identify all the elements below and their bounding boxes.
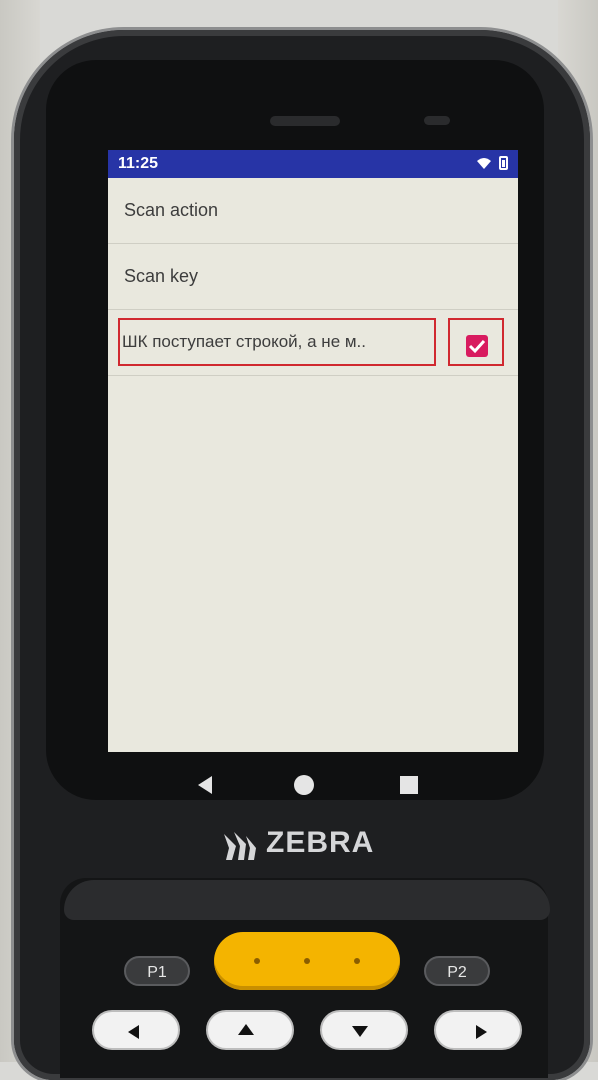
check-icon <box>468 339 486 354</box>
down-volume-key[interactable] <box>320 1010 408 1050</box>
earpiece-speaker <box>270 116 340 126</box>
p1-key[interactable]: P1 <box>124 956 190 986</box>
scan-dot <box>254 958 260 964</box>
left-arrow-icon <box>128 1025 139 1039</box>
pref-label: Scan action <box>124 200 219 220</box>
keypad-ridge <box>64 880 550 920</box>
p2-key[interactable]: P2 <box>424 956 490 986</box>
annotation-box-label <box>118 318 436 366</box>
up-arrow-icon <box>238 1024 254 1035</box>
scan-dot <box>304 958 310 964</box>
status-time: 11:25 <box>118 155 159 172</box>
battery-icon <box>499 156 508 170</box>
status-bar: 11:25 <box>108 150 518 178</box>
right-arrow-key[interactable] <box>434 1010 522 1050</box>
home-icon[interactable] <box>294 775 314 795</box>
recents-icon[interactable] <box>400 776 418 794</box>
logo-text: ZEBRA <box>266 826 375 859</box>
pref-scan-key[interactable]: Scan key <box>108 244 518 310</box>
wifi-icon <box>477 158 491 169</box>
up-volume-key[interactable] <box>206 1010 294 1050</box>
string-mode-checkbox[interactable] <box>466 335 488 357</box>
pref-label: Scan key <box>124 266 199 286</box>
device-screen: 11:25 Scan action Scan key ШК поступает … <box>108 150 518 752</box>
right-arrow-icon <box>476 1025 487 1039</box>
left-arrow-key[interactable] <box>92 1010 180 1050</box>
back-icon[interactable] <box>198 776 212 794</box>
zebra-head-icon <box>224 832 256 860</box>
scan-dot <box>354 958 360 964</box>
proximity-sensor <box>424 116 450 125</box>
scan-trigger-key[interactable] <box>214 932 400 990</box>
pref-scan-action[interactable]: Scan action <box>108 178 518 244</box>
down-arrow-icon <box>352 1026 368 1037</box>
android-navbar <box>46 752 544 822</box>
